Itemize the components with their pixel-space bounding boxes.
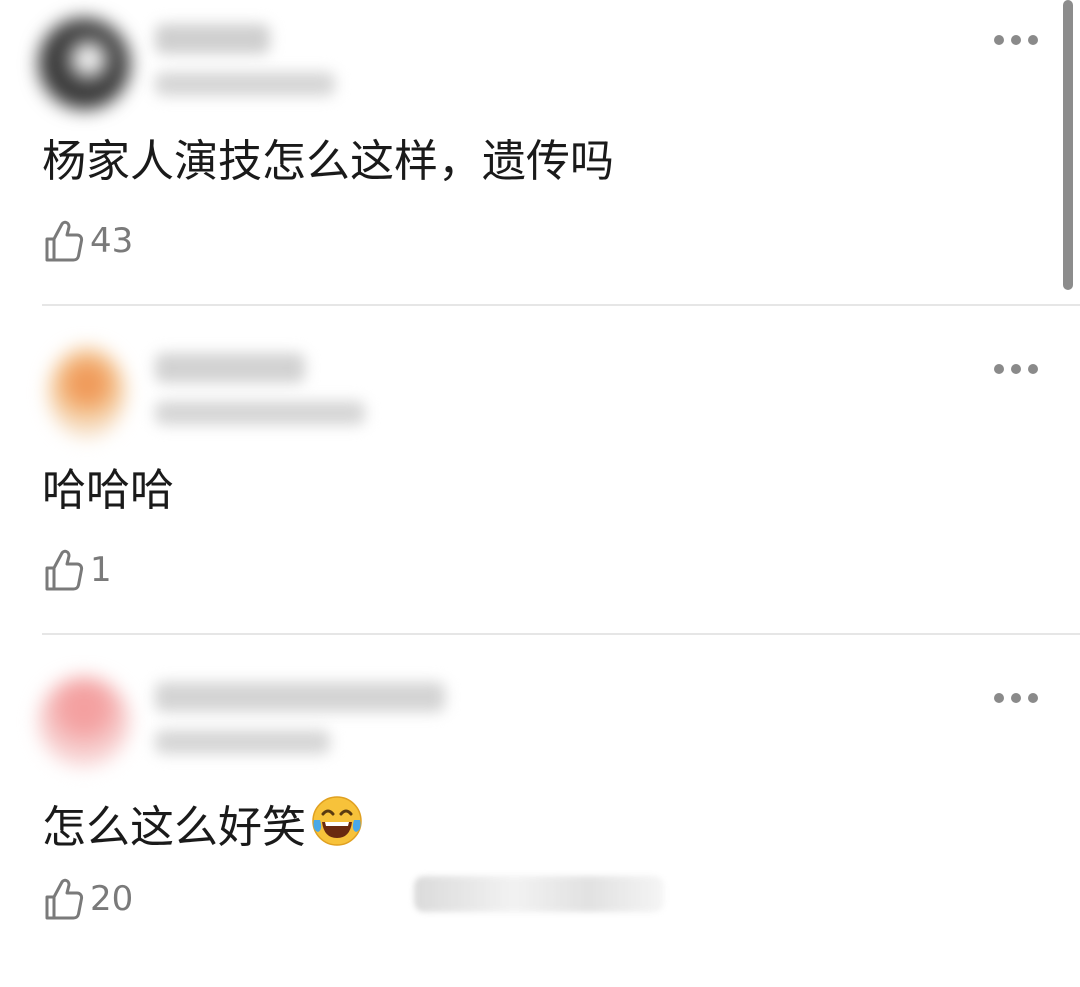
like-count: 20 — [90, 879, 134, 919]
more-options-button[interactable] — [994, 361, 1038, 377]
like-button[interactable]: 43 — [42, 218, 133, 264]
dot-icon — [1011, 693, 1021, 703]
comment-item: 杨家人演技怎么这样，遗传吗 43 — [0, 0, 1080, 329]
watermark-blurred — [414, 876, 664, 912]
thumbs-up-outline-icon — [45, 549, 84, 591]
comment-text: 杨家人演技怎么这样，遗传吗 — [42, 136, 614, 187]
thumbs-up-outline-icon — [45, 220, 84, 262]
like-button[interactable]: 20 — [42, 876, 133, 922]
like-button[interactable]: 1 — [42, 547, 112, 593]
face-with-tears-of-joy-icon — [312, 796, 362, 846]
more-options-button[interactable] — [994, 690, 1038, 706]
dot-icon — [1011, 364, 1021, 374]
divider — [42, 633, 1080, 635]
comment-meta-blurred — [155, 401, 365, 425]
username-blurred[interactable] — [155, 24, 270, 54]
avatar[interactable] — [48, 347, 126, 439]
dot-icon — [994, 35, 1004, 45]
dot-icon — [1028, 364, 1038, 374]
username-blurred[interactable] — [155, 682, 445, 712]
comment-text: 哈哈哈 — [42, 465, 174, 516]
comment-meta-blurred — [155, 72, 335, 96]
avatar[interactable] — [38, 18, 130, 110]
comment-meta-blurred — [155, 730, 330, 754]
thumbs-up-outline-icon — [45, 878, 84, 920]
dot-icon — [1011, 35, 1021, 45]
comment-item: 哈哈哈 1 — [0, 329, 1080, 658]
username-blurred[interactable] — [155, 353, 305, 383]
dot-icon — [1028, 35, 1038, 45]
like-count: 1 — [90, 550, 112, 590]
like-count: 43 — [90, 221, 134, 261]
dot-icon — [994, 364, 1004, 374]
dot-icon — [994, 693, 1004, 703]
comment-item: 怎么这么好笑 20 — [0, 658, 1080, 987]
more-options-button[interactable] — [994, 32, 1038, 48]
avatar[interactable] — [38, 676, 130, 768]
comment-text: 怎么这么好笑 — [42, 802, 306, 853]
dot-icon — [1028, 693, 1038, 703]
scrollbar[interactable] — [1063, 0, 1073, 290]
comment-text-row: 怎么这么好笑 — [42, 794, 364, 854]
divider — [42, 304, 1080, 306]
